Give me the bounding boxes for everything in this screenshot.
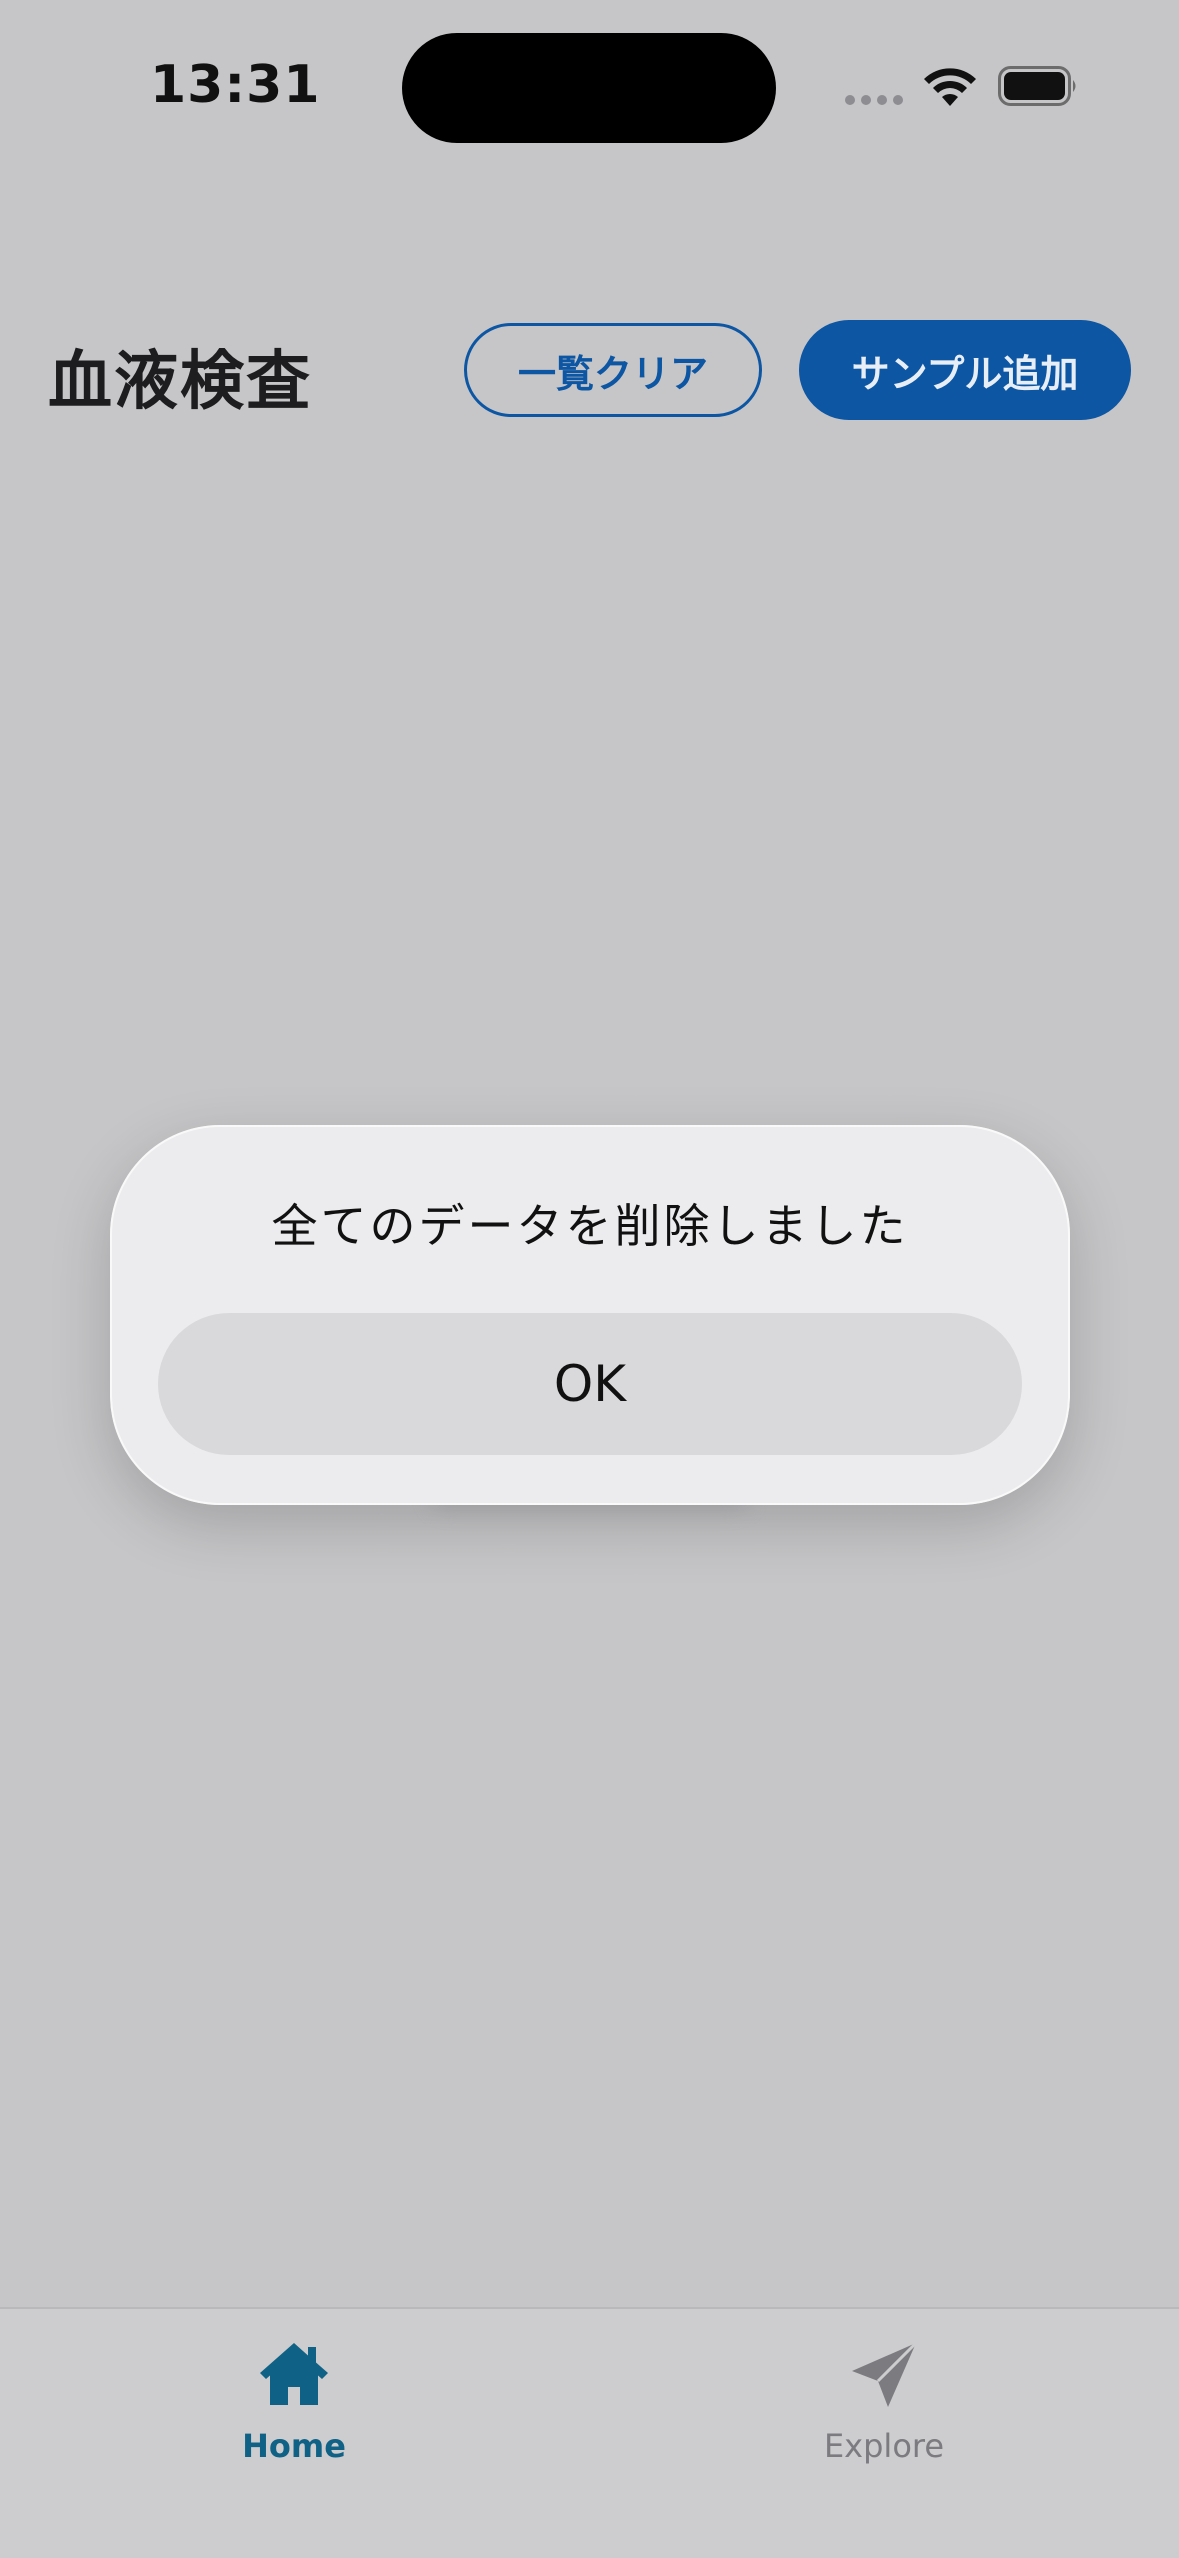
home-icon [260, 2343, 328, 2405]
app-screen: 13:31 血液検査 一覧クリア サンプル追加 全てのデータを削除しました OK [0, 0, 1179, 2558]
dynamic-island [402, 33, 776, 143]
alert-message: 全てのデータを削除しました [271, 1199, 909, 1253]
add-sample-button[interactable]: サンプル追加 [799, 320, 1131, 420]
tab-explore-label: Explore [823, 2427, 945, 2465]
status-time: 13:31 [150, 55, 321, 115]
tab-home-label: Home [242, 2427, 346, 2465]
battery-icon [998, 66, 1076, 106]
alert-ok-button[interactable]: OK [158, 1313, 1022, 1455]
page-title: 血液検査 [48, 345, 312, 419]
paper-plane-icon [852, 2341, 918, 2407]
tab-bar: Home Explore [0, 2307, 1179, 2558]
wifi-icon [924, 68, 976, 106]
clear-list-button[interactable]: 一覧クリア [464, 323, 762, 417]
tab-home[interactable]: Home [144, 2327, 444, 2467]
tab-explore[interactable]: Explore [734, 2327, 1034, 2467]
alert-dialog: 全てのデータを削除しました OK [110, 1125, 1070, 1505]
cellular-signal-icon [845, 95, 903, 105]
